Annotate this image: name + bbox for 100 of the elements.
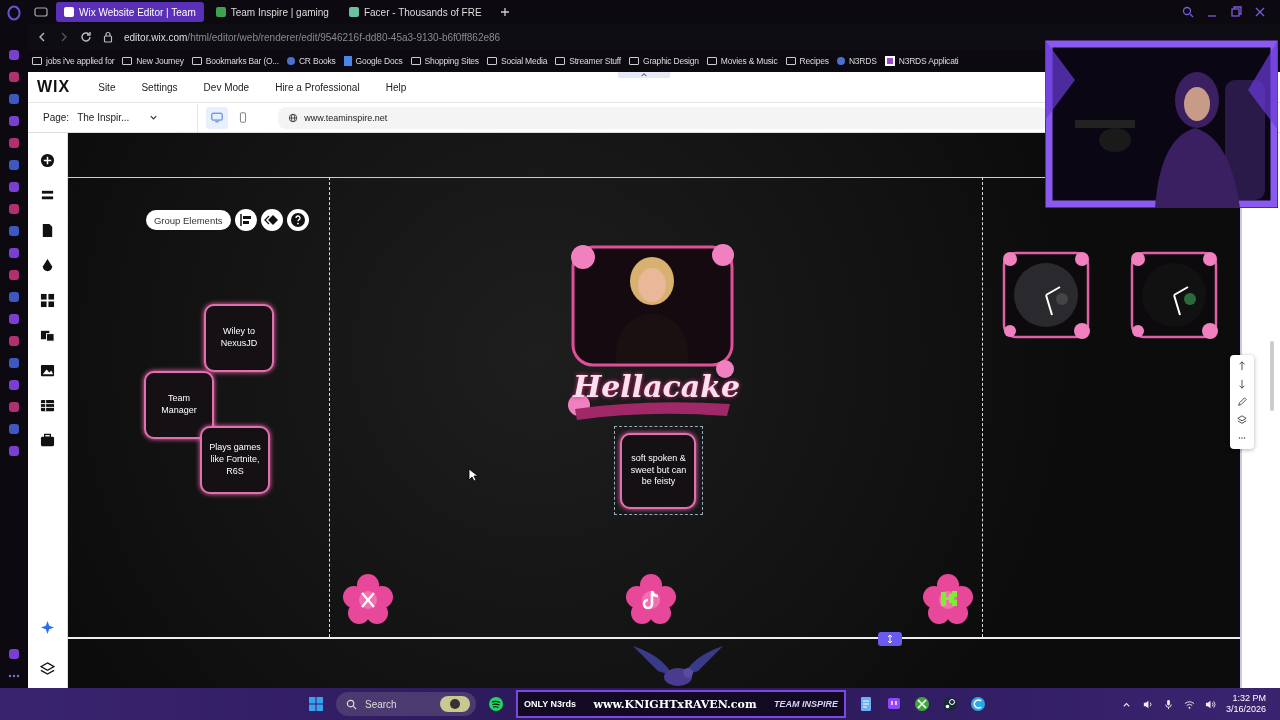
media-icon[interactable] xyxy=(39,363,55,378)
frame-text: Wiley to NexusJD xyxy=(219,326,259,350)
sidebar-app-icon[interactable] xyxy=(8,49,20,61)
bookmark[interactable]: New Journey xyxy=(122,56,184,66)
xbox-icon[interactable] xyxy=(914,696,930,712)
sidebar-app-icon[interactable] xyxy=(8,159,20,171)
wifi-icon[interactable] xyxy=(1183,698,1195,710)
desktop-view-button[interactable] xyxy=(206,106,229,129)
wix-logo[interactable]: WIX xyxy=(37,78,71,96)
sidebar-app-icon[interactable] xyxy=(8,648,20,660)
bookmark[interactable]: Graphic Design xyxy=(629,56,699,66)
sidebar-app-icon[interactable] xyxy=(8,71,20,83)
address-field[interactable]: editor.wix.com/html/editor/web/renderer/edit/9546216f-dd80-45a3-9130-b6f0ff862e86 xyxy=(124,31,501,43)
group-elements-button[interactable]: Group Elements xyxy=(145,210,231,230)
bookmark[interactable]: jobs i've applied for xyxy=(32,56,115,66)
sidebar-app-icon[interactable] xyxy=(8,181,20,193)
frame-text: Team Manager xyxy=(160,393,198,417)
frame-text: Plays games like Fortnite, R6S xyxy=(208,442,262,478)
windows-start-icon[interactable] xyxy=(308,696,324,712)
align-icon[interactable] xyxy=(234,209,257,231)
add-icon[interactable] xyxy=(39,153,55,168)
layers-icon[interactable] xyxy=(39,661,55,676)
bookmark[interactable]: Google Docs xyxy=(343,56,403,66)
menu-item[interactable]: Site xyxy=(98,81,116,93)
steam-icon[interactable] xyxy=(942,696,958,712)
sidebar-app-icon[interactable] xyxy=(8,379,20,391)
browser-icon[interactable] xyxy=(970,696,986,712)
move-down-icon[interactable] xyxy=(1237,379,1248,389)
spotify-icon[interactable] xyxy=(488,696,504,712)
resize-handle[interactable] xyxy=(877,632,902,646)
menu-item[interactable]: Help xyxy=(385,81,407,93)
date-text: 3/16/2026 xyxy=(1225,704,1266,715)
sidebar-app-icon[interactable] xyxy=(8,357,20,369)
chevron-icon xyxy=(149,114,159,121)
logo-text: Hellacake xyxy=(572,369,741,404)
menu-item[interactable]: Dev Mode xyxy=(203,81,250,93)
sidebar-app-icon[interactable] xyxy=(8,335,20,347)
sidebar-app-icon[interactable] xyxy=(8,115,20,127)
clock[interactable]: 1:32 PM 3/16/2026 xyxy=(1225,693,1266,715)
globe-icon xyxy=(288,112,299,123)
notepad-icon[interactable] xyxy=(858,696,874,712)
search-icon[interactable] xyxy=(1182,6,1194,18)
sidebar-app-icon[interactable] xyxy=(8,291,20,303)
close-icon[interactable] xyxy=(1254,6,1266,18)
help-icon[interactable] xyxy=(286,209,309,231)
banner-text: ONLY N3rds xyxy=(524,699,577,709)
bookmark[interactable]: CR Books xyxy=(286,56,336,66)
speaker-icon[interactable] xyxy=(1141,698,1153,710)
sidebar-app-icon[interactable] xyxy=(8,137,20,149)
sidebar-app-icon[interactable] xyxy=(8,247,20,259)
microphone-icon[interactable] xyxy=(1162,698,1174,710)
bookmark[interactable]: Movies & Music xyxy=(706,56,778,66)
bookmark[interactable]: Social Media xyxy=(486,56,548,66)
bookmark[interactable]: N3RDS Applicati xyxy=(884,56,959,66)
widget-icon[interactable] xyxy=(39,328,55,343)
bookmark[interactable]: Bookmarks Bar (O... xyxy=(191,56,279,66)
bookmark[interactable]: Recipes xyxy=(785,56,829,66)
sidebar-app-icon[interactable] xyxy=(8,423,20,435)
sidebar-app-icon[interactable] xyxy=(8,225,20,237)
new-tab-icon[interactable] xyxy=(499,7,510,17)
page-label: Page: xyxy=(43,112,70,123)
apps-icon[interactable] xyxy=(39,293,55,308)
animation-icon[interactable] xyxy=(260,209,283,231)
cursor-icon xyxy=(467,468,478,482)
browser-tab[interactable]: Wix Website Editor | Team xyxy=(56,2,204,22)
chat-app-icon[interactable] xyxy=(886,696,902,712)
sidebar-app-icon[interactable] xyxy=(8,269,20,281)
monitor-icon xyxy=(211,112,224,123)
restore-icon[interactable] xyxy=(1230,6,1242,18)
sidebar-app-icon[interactable] xyxy=(8,445,20,457)
browser-tab[interactable]: Facer - Thousands of FRE xyxy=(340,2,490,22)
banner-text: www.KNIGHTxRAVEN.com xyxy=(593,697,757,711)
table-icon[interactable] xyxy=(39,398,55,413)
bookmark[interactable]: Shopping Sites xyxy=(410,56,479,66)
sidebar-app-icon[interactable] xyxy=(8,313,20,325)
menu-item[interactable]: Hire a Professional xyxy=(275,81,360,93)
bookmark[interactable]: N3RDS xyxy=(836,56,877,66)
briefcase-icon[interactable] xyxy=(39,433,55,448)
search-field[interactable]: Search xyxy=(336,692,476,716)
page-dropdown[interactable]: The Inspir... xyxy=(77,112,178,123)
move-up-icon[interactable] xyxy=(1237,361,1248,371)
browser-tab[interactable]: Team Inspire | gaming xyxy=(207,2,337,22)
banner-text: TEAM INSPIRE xyxy=(774,699,838,709)
scrollbar-thumb[interactable] xyxy=(1270,341,1274,411)
bookmark[interactable]: Streamer Stuff xyxy=(555,56,622,66)
layers-icon[interactable] xyxy=(1237,415,1248,425)
lock-icon xyxy=(102,31,114,43)
sidebar-app-icon[interactable] xyxy=(8,401,20,413)
caret-icon xyxy=(640,72,648,77)
menu-item[interactable]: Settings xyxy=(141,81,178,93)
sidebar-app-icon[interactable] xyxy=(8,93,20,105)
pencil-icon[interactable] xyxy=(1237,397,1248,407)
reload-icon[interactable] xyxy=(80,31,92,43)
sparkle-icon[interactable] xyxy=(39,620,55,635)
time-text: 1:32 PM xyxy=(1232,693,1266,704)
volume-icon[interactable] xyxy=(1204,698,1216,710)
browser-logo-icon[interactable] xyxy=(6,5,22,21)
tab-menu-icon[interactable] xyxy=(34,7,48,17)
frame-text: soft spoken & sweet but can be feisty xyxy=(629,452,688,489)
sidebar-app-icon[interactable] xyxy=(8,203,20,215)
